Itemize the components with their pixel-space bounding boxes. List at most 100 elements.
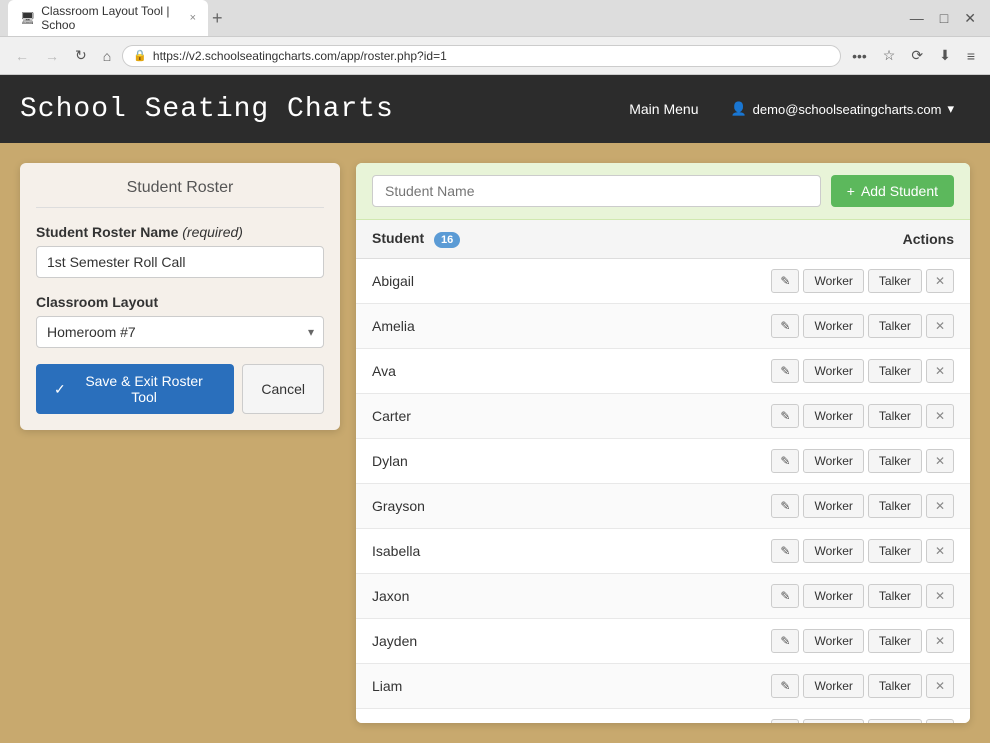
minimize-button[interactable]: — (904, 10, 930, 27)
main-menu-label: Main Menu (629, 101, 698, 117)
talker-button[interactable]: Talker (868, 404, 922, 428)
remove-student-button[interactable]: ✕ (926, 494, 954, 518)
forward-button[interactable]: → (40, 46, 64, 66)
talker-button[interactable]: Talker (868, 269, 922, 293)
table-row: Isabella ✎ Worker Talker ✕ (356, 529, 970, 574)
save-exit-button[interactable]: ✓ Save & Exit Roster Tool (36, 364, 234, 414)
row-actions: ✎ Worker Talker ✕ (771, 539, 954, 563)
worker-button[interactable]: Worker (803, 674, 863, 698)
table-row: Grayson ✎ Worker Talker ✕ (356, 484, 970, 529)
save-exit-label: Save & Exit Roster Tool (72, 373, 217, 405)
edit-student-button[interactable]: ✎ (771, 539, 799, 563)
browser-menu-button[interactable]: ≡ (962, 46, 980, 66)
table-row: Jaxon ✎ Worker Talker ✕ (356, 574, 970, 619)
tab-close-button[interactable]: × (190, 12, 196, 24)
home-button[interactable]: ⌂ (98, 46, 116, 66)
student-name: Abigail (372, 273, 771, 289)
roster-name-input[interactable] (36, 246, 324, 278)
worker-button[interactable]: Worker (803, 719, 863, 723)
edit-student-button[interactable]: ✎ (771, 269, 799, 293)
table-row: Dylan ✎ Worker Talker ✕ (356, 439, 970, 484)
worker-button[interactable]: Worker (803, 359, 863, 383)
remove-student-button[interactable]: ✕ (926, 719, 954, 723)
worker-button[interactable]: Worker (803, 539, 863, 563)
talker-button[interactable]: Talker (868, 359, 922, 383)
browser-tab[interactable]: 🖥 Classroom Layout Tool | Schoo × (8, 0, 208, 36)
remove-student-button[interactable]: ✕ (926, 629, 954, 653)
worker-button[interactable]: Worker (803, 404, 863, 428)
talker-button[interactable]: Talker (868, 584, 922, 608)
worker-button[interactable]: Worker (803, 584, 863, 608)
student-name: Ava (372, 363, 771, 379)
address-bar[interactable]: 🔒 https://v2.schoolseatingcharts.com/app… (122, 45, 841, 67)
talker-button[interactable]: Talker (868, 629, 922, 653)
remove-student-button[interactable]: ✕ (926, 449, 954, 473)
user-menu-button[interactable]: 👤 demo@schoolseatingcharts.com ▾ (714, 93, 970, 125)
worker-button[interactable]: Worker (803, 629, 863, 653)
remove-student-button[interactable]: ✕ (926, 404, 954, 428)
classroom-select-wrapper: Homeroom #7 Room 101 Room 202 ▾ (36, 316, 324, 348)
browser-bookmark-button[interactable]: ☆ (878, 45, 901, 66)
user-email: demo@schoolseatingcharts.com (753, 102, 942, 117)
row-actions: ✎ Worker Talker ✕ (771, 449, 954, 473)
remove-student-button[interactable]: ✕ (926, 359, 954, 383)
browser-download-button[interactable]: ⬇ (934, 45, 956, 66)
row-actions: ✎ Worker Talker ✕ (771, 404, 954, 428)
edit-student-button[interactable]: ✎ (771, 314, 799, 338)
remove-student-button[interactable]: ✕ (926, 674, 954, 698)
table-row: Amelia ✎ Worker Talker ✕ (356, 304, 970, 349)
new-tab-button[interactable]: + (212, 9, 223, 27)
tab-favicon: 🖥 (20, 11, 35, 25)
student-name: Dylan (372, 453, 771, 469)
talker-button[interactable]: Talker (868, 449, 922, 473)
maximize-button[interactable]: □ (934, 10, 954, 27)
app-title: School Seating Charts (20, 94, 394, 125)
refresh-button[interactable]: ↻ (70, 45, 92, 66)
remove-student-button[interactable]: ✕ (926, 584, 954, 608)
classroom-layout-label: Classroom Layout (36, 294, 324, 310)
table-row: Ava ✎ Worker Talker ✕ (356, 349, 970, 394)
student-name: Carter (372, 408, 771, 424)
student-name-input[interactable] (372, 175, 821, 207)
worker-button[interactable]: Worker (803, 269, 863, 293)
browser-dots-button[interactable]: ••• (847, 46, 872, 66)
talker-button[interactable]: Talker (868, 494, 922, 518)
remove-student-button[interactable]: ✕ (926, 314, 954, 338)
edit-student-button[interactable]: ✎ (771, 494, 799, 518)
left-panel: Student Roster Student Roster Name (requ… (20, 163, 340, 430)
close-button[interactable]: ✕ (958, 10, 982, 27)
remove-student-button[interactable]: ✕ (926, 539, 954, 563)
student-col-header: Student 16 (372, 230, 794, 248)
student-name: Isabella (372, 543, 771, 559)
worker-button[interactable]: Worker (803, 449, 863, 473)
classroom-layout-select[interactable]: Homeroom #7 Room 101 Room 202 (36, 316, 324, 348)
main-menu-button[interactable]: Main Menu (607, 93, 714, 125)
edit-student-button[interactable]: ✎ (771, 449, 799, 473)
classroom-layout-section: Classroom Layout Homeroom #7 Room 101 Ro… (36, 294, 324, 348)
edit-student-button[interactable]: ✎ (771, 404, 799, 428)
edit-student-button[interactable]: ✎ (771, 719, 799, 723)
back-button[interactable]: ← (10, 46, 34, 66)
talker-button[interactable]: Talker (868, 674, 922, 698)
worker-button[interactable]: Worker (803, 314, 863, 338)
browser-history-button[interactable]: ⟳ (906, 45, 928, 66)
talker-button[interactable]: Talker (868, 539, 922, 563)
remove-student-button[interactable]: ✕ (926, 269, 954, 293)
add-student-button[interactable]: + Add Student (831, 175, 954, 207)
edit-student-button[interactable]: ✎ (771, 584, 799, 608)
actions-col-header: Actions (794, 231, 954, 247)
student-name: Grayson (372, 498, 771, 514)
worker-button[interactable]: Worker (803, 494, 863, 518)
lock-icon: 🔒 (133, 49, 147, 62)
talker-button[interactable]: Talker (868, 314, 922, 338)
header-nav: Main Menu 👤 demo@schoolseatingcharts.com… (607, 93, 970, 125)
edit-student-button[interactable]: ✎ (771, 629, 799, 653)
add-student-label: Add Student (861, 183, 938, 199)
edit-student-button[interactable]: ✎ (771, 674, 799, 698)
roster-name-label: Student Roster Name (required) (36, 224, 324, 240)
talker-button[interactable]: Talker (868, 719, 922, 723)
cancel-button[interactable]: Cancel (242, 364, 324, 414)
student-name: Amelia (372, 318, 771, 334)
student-list: Abigail ✎ Worker Talker ✕ Amelia ✎ Worke… (356, 259, 970, 723)
edit-student-button[interactable]: ✎ (771, 359, 799, 383)
